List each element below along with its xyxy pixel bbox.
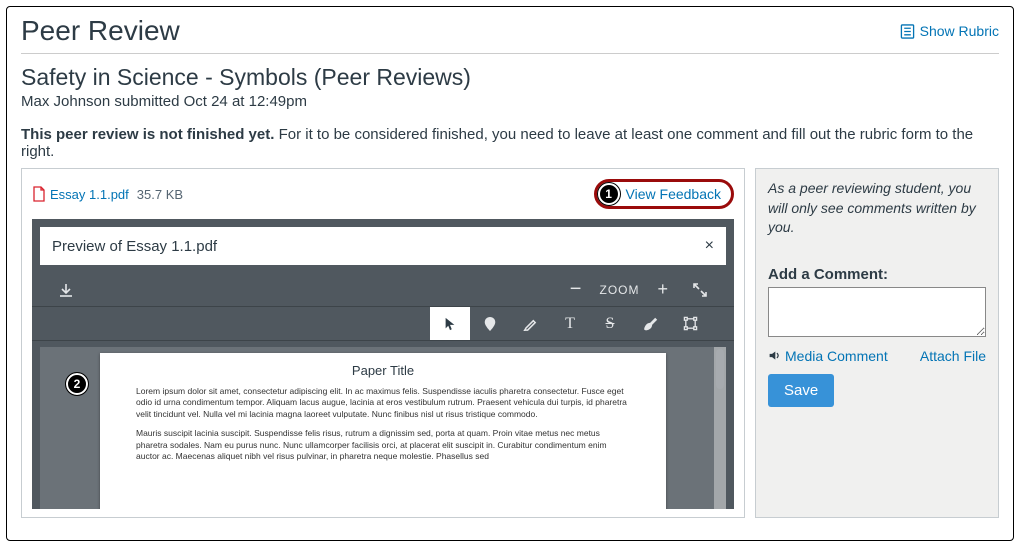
paper-paragraph: Mauris suscipit lacinia suscipit. Suspen…	[136, 428, 630, 462]
add-comment-label: Add a Comment:	[768, 266, 986, 283]
draw-tool-icon[interactable]	[630, 307, 670, 340]
scrollbar-thumb[interactable]	[716, 349, 724, 389]
attach-file-link[interactable]: Attach File	[920, 348, 986, 364]
document-scroll-area[interactable]: Paper Title Lorem ipsum dolor sit amet, …	[40, 347, 726, 509]
viewer-header: Preview of Essay 1.1.pdf ×	[40, 227, 726, 265]
pointer-tool-icon[interactable]	[430, 307, 470, 340]
assignment-title: Safety in Science - Symbols (Peer Review…	[21, 64, 999, 91]
area-tool-icon[interactable]	[670, 307, 710, 340]
review-notice: This peer review is not finished yet. Fo…	[21, 126, 999, 160]
fullscreen-icon[interactable]	[680, 282, 720, 298]
peer-reviewer-note: As a peer reviewing student, you will on…	[768, 179, 986, 238]
notice-bold: This peer review is not finished yet.	[21, 126, 274, 143]
submission-info: Max Johnson submitted Oct 24 at 12:49pm	[21, 93, 999, 110]
scrollbar[interactable]	[714, 347, 726, 509]
show-rubric-link[interactable]: Show Rubric	[900, 23, 999, 39]
close-icon[interactable]: ×	[705, 237, 714, 255]
file-size: 35.7 KB	[137, 187, 183, 202]
pdf-icon	[32, 186, 46, 202]
viewer-toolbar-annotate: T S	[32, 307, 734, 341]
zoom-label: ZOOM	[593, 283, 645, 297]
preview-label: Preview of Essay 1.1.pdf	[52, 238, 217, 255]
comment-sidebar: As a peer reviewing student, you will on…	[755, 168, 999, 518]
file-name-link[interactable]: Essay 1.1.pdf	[50, 187, 129, 202]
document-page: Paper Title Lorem ipsum dolor sit amet, …	[100, 353, 666, 509]
media-comment-label: Media Comment	[785, 348, 888, 364]
callout-marker-1: 1	[598, 183, 620, 205]
paper-title: Paper Title	[136, 363, 630, 378]
zoom-in-icon[interactable]: +	[645, 279, 680, 300]
strikethrough-tool-icon[interactable]: S	[590, 307, 630, 340]
viewer-toolbar-primary: − ZOOM +	[32, 273, 734, 307]
callout-marker-2: 2	[66, 373, 88, 395]
save-button[interactable]: Save	[768, 374, 834, 407]
volume-icon	[768, 349, 781, 362]
download-icon[interactable]	[46, 282, 86, 298]
view-feedback-callout: 1 View Feedback	[594, 179, 734, 209]
show-rubric-label: Show Rubric	[920, 23, 999, 39]
comment-textarea[interactable]	[768, 287, 986, 337]
file-row: Essay 1.1.pdf 35.7 KB 1 View Feedback	[32, 179, 734, 209]
paper-body: Lorem ipsum dolor sit amet, consectetur …	[136, 386, 630, 463]
paper-paragraph: Lorem ipsum dolor sit amet, consectetur …	[136, 386, 630, 420]
view-feedback-link[interactable]: View Feedback	[626, 186, 721, 202]
zoom-out-icon[interactable]: −	[558, 278, 594, 301]
document-viewer: Preview of Essay 1.1.pdf × − ZOOM +	[32, 219, 734, 509]
rubric-icon	[900, 24, 915, 39]
submission-panel: Essay 1.1.pdf 35.7 KB 1 View Feedback Pr…	[21, 168, 745, 518]
text-tool-icon[interactable]: T	[550, 307, 590, 340]
media-comment-link[interactable]: Media Comment	[768, 348, 888, 364]
pin-tool-icon[interactable]	[470, 307, 510, 340]
page-title: Peer Review	[21, 15, 180, 47]
highlight-tool-icon[interactable]	[510, 307, 550, 340]
